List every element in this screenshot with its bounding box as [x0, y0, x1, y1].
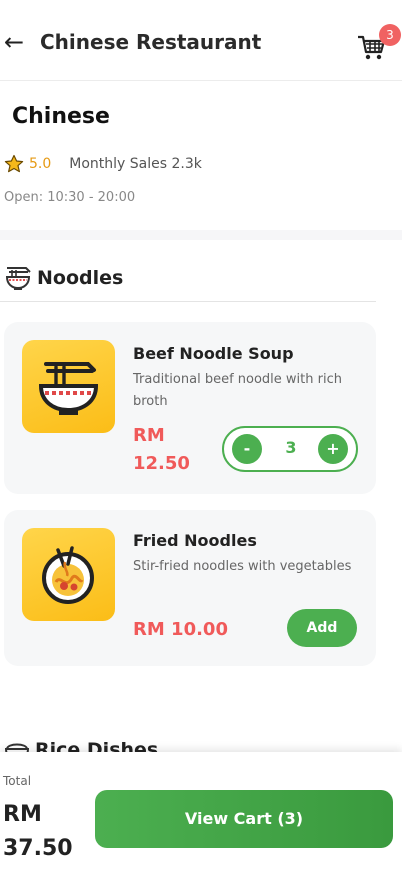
cart-summary-bar: Total RM 37.50 View Cart (3) [0, 752, 402, 874]
section-divider-band [0, 230, 402, 240]
menu-item-card[interactable]: Fried Noodles Stir-fried noodles with ve… [4, 510, 376, 666]
total-value: RM 37.50 [3, 802, 73, 861]
dish-image [22, 528, 115, 621]
noodle-bowl-icon [38, 362, 99, 415]
cart-count-badge: 3 [379, 24, 401, 46]
quantity-value: 3 [285, 438, 297, 457]
dish-image [22, 340, 115, 433]
menu-item-card[interactable]: Beef Noodle Soup Traditional beef noodle… [4, 322, 376, 494]
quantity-stepper: - 3 + [222, 426, 358, 472]
decrease-quantity-button[interactable]: - [232, 434, 262, 464]
section-header-noodles: Noodles [4, 264, 123, 292]
store-meta: 5.0 Monthly Sales 2.3k [4, 153, 202, 175]
dish-price: RM 12.50 [133, 425, 190, 474]
section-title: Noodles [37, 267, 124, 289]
dish-description: Stir-fried noodles with vegetables [133, 559, 352, 574]
store-rating: 5.0 [29, 156, 52, 172]
page-title: Chinese Restaurant [40, 30, 262, 54]
dish-name: Beef Noodle Soup [133, 344, 294, 363]
monthly-sales: Monthly Sales 2.3k [69, 156, 202, 172]
arrow-left-icon[interactable]: ← [4, 28, 24, 56]
view-cart-button[interactable]: View Cart (3) [95, 790, 393, 848]
total-label: Total [3, 774, 32, 788]
add-to-cart-button[interactable]: Add [287, 609, 357, 647]
dish-name: Fried Noodles [133, 531, 257, 550]
section-underline [0, 301, 376, 302]
app-header: ← Chinese Restaurant 3 [0, 8, 402, 81]
noodle-bowl-icon [5, 267, 31, 290]
opening-hours: Open: 10:30 - 20:00 [4, 190, 136, 205]
fried-noodles-icon [42, 546, 94, 604]
dish-description: Traditional beef noodle with rich broth [133, 372, 342, 409]
store-name: Chinese [12, 104, 110, 129]
increase-quantity-button[interactable]: + [318, 434, 348, 464]
star-icon [4, 154, 24, 173]
dish-price: RM 10.00 [133, 619, 228, 640]
